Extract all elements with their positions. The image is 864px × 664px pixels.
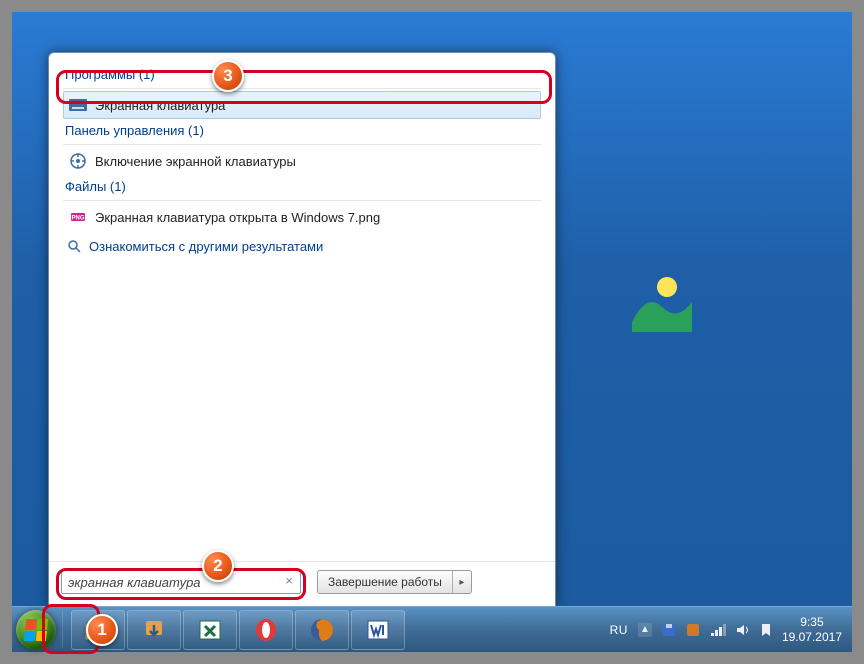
search-icon: [65, 237, 83, 255]
taskbar-word[interactable]: [351, 610, 405, 650]
more-results-label: Ознакомиться с другими результатами: [89, 239, 323, 254]
desktop: Программы (1) Экранная клавиатура Панель…: [12, 12, 852, 652]
taskbar-firefox[interactable]: [295, 610, 349, 650]
clear-search-icon[interactable]: ×: [281, 573, 297, 589]
search-input[interactable]: [61, 570, 301, 594]
word-icon: [364, 616, 392, 644]
result-label: Включение экранной клавиатуры: [95, 154, 296, 169]
tray-disk-icon[interactable]: [662, 623, 676, 637]
tray-volume-icon[interactable]: [736, 623, 750, 637]
opera-icon: [252, 616, 280, 644]
tray-show-hidden-icon[interactable]: ▲: [638, 623, 652, 637]
clock-time: 9:35: [782, 615, 842, 629]
taskbar-opera[interactable]: [239, 610, 293, 650]
result-on-screen-keyboard[interactable]: Экранная клавиатура: [63, 91, 541, 119]
result-png-file[interactable]: PNG Экранная клавиатура открыта в Window…: [63, 203, 541, 231]
result-label: Экранная клавиатура открыта в Windows 7.…: [95, 210, 380, 225]
keyboard-icon: [69, 96, 87, 114]
start-menu: Программы (1) Экранная клавиатура Панель…: [48, 52, 556, 606]
svg-text:PNG: PNG: [71, 216, 84, 222]
firefox-icon: [308, 616, 336, 644]
png-file-icon: PNG: [69, 208, 87, 226]
see-more-results[interactable]: Ознакомиться с другими результатами: [63, 231, 541, 261]
taskbar-download[interactable]: [127, 610, 181, 650]
tray-app-icon[interactable]: [686, 623, 700, 637]
language-indicator[interactable]: RU: [610, 623, 628, 637]
download-icon: [140, 616, 168, 644]
result-label: Экранная клавиатура: [95, 98, 225, 113]
shutdown-button[interactable]: Завершение работы ▸: [317, 570, 472, 594]
marker-3: 3: [212, 60, 244, 92]
taskbar: RU ▲ 9:35 19.07.2017: [12, 606, 852, 652]
shutdown-label: Завершение работы: [318, 571, 453, 593]
marker-1: 1: [86, 614, 118, 646]
ease-access-icon: [69, 152, 87, 170]
tray-network-icon[interactable]: [710, 623, 726, 637]
taskbar-excel[interactable]: [183, 610, 237, 650]
search-results-panel: Программы (1) Экранная клавиатура Панель…: [49, 53, 555, 561]
marker-2: 2: [202, 550, 234, 582]
taskbar-clock[interactable]: 9:35 19.07.2017: [782, 615, 842, 644]
start-button[interactable]: [12, 607, 60, 653]
category-files: Файлы (1): [63, 175, 541, 201]
shutdown-dropdown-arrow[interactable]: ▸: [453, 571, 471, 593]
result-enable-osk[interactable]: Включение экранной клавиатуры: [63, 147, 541, 175]
category-programs: Программы (1): [63, 63, 541, 89]
taskbar-separator: [62, 612, 68, 648]
search-box-wrap: ×: [61, 570, 301, 594]
desktop-gadget: [612, 252, 702, 342]
category-control-panel: Панель управления (1): [63, 119, 541, 145]
tray-action-center-icon[interactable]: [760, 623, 772, 637]
system-tray: RU ▲ 9:35 19.07.2017: [596, 607, 852, 652]
excel-icon: [196, 616, 224, 644]
clock-date: 19.07.2017: [782, 630, 842, 644]
start-menu-footer: × Завершение работы ▸: [49, 561, 555, 606]
